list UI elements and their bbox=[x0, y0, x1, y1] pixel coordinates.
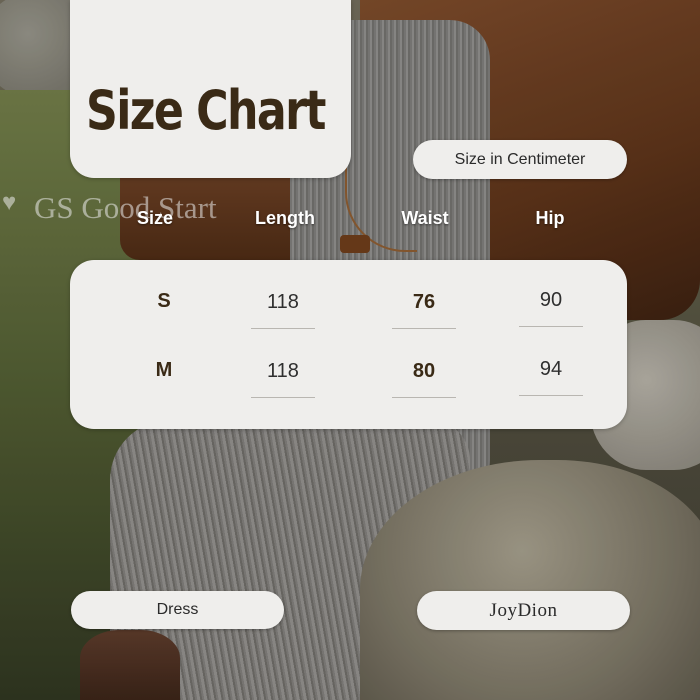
cell-underline bbox=[392, 328, 456, 329]
table-cell-hip: 94 bbox=[539, 358, 563, 380]
cell-underline bbox=[392, 397, 456, 398]
column-header-hip: Hip bbox=[535, 208, 565, 228]
table-cell-length: 118 bbox=[267, 360, 299, 382]
cell-underline bbox=[519, 326, 583, 327]
table-cell-size: M bbox=[155, 359, 173, 381]
column-header-size: Size bbox=[136, 208, 174, 228]
brand-label: JoyDion bbox=[417, 591, 630, 630]
column-header-length: Length bbox=[255, 208, 315, 228]
table-cell-hip: 90 bbox=[539, 289, 563, 311]
cell-underline bbox=[519, 395, 583, 396]
table-cell-length: 118 bbox=[267, 291, 299, 313]
cell-underline bbox=[251, 328, 315, 329]
table-cell-waist: 80 bbox=[412, 360, 436, 382]
cell-underline bbox=[251, 397, 315, 398]
category-label: Dress bbox=[71, 591, 284, 629]
table-cell-size: S bbox=[157, 290, 171, 312]
column-header-waist: Waist bbox=[401, 208, 449, 228]
table-cell-waist: 76 bbox=[412, 291, 436, 313]
page-title: Size Chart bbox=[86, 79, 326, 142]
size-table bbox=[70, 260, 627, 429]
unit-label: Size in Centimeter bbox=[413, 140, 627, 179]
